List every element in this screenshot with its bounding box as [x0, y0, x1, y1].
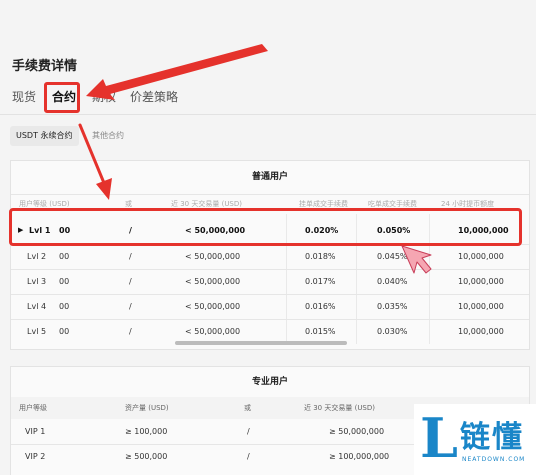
watermark-url: NEATDOWN.COM	[462, 456, 526, 463]
arrow-to-row-icon	[96, 178, 112, 200]
neatdown-logo-icon: L	[420, 406, 458, 470]
neatdown-watermark: L 链懂 NEATDOWN.COM	[414, 404, 536, 475]
watermark-brand: 链懂	[460, 420, 524, 455]
arrow-to-row-line	[78, 123, 106, 185]
arrow-to-tab-icon	[86, 44, 268, 100]
mouse-cursor-icon	[401, 245, 432, 274]
